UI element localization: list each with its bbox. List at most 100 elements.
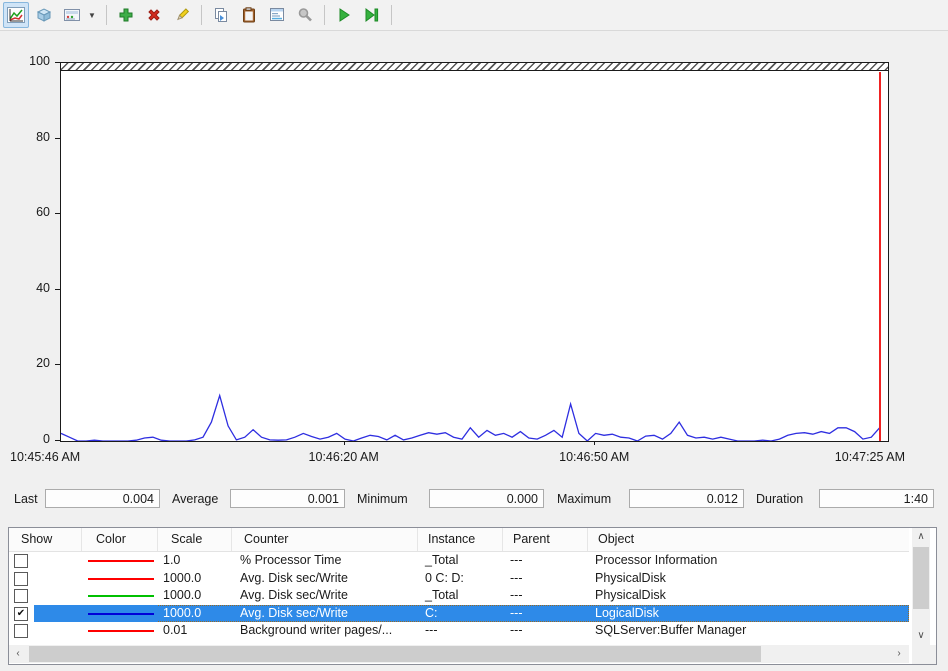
instance-cell: C: bbox=[418, 604, 503, 622]
counter-color-swatch bbox=[88, 612, 154, 615]
duration-label: Duration bbox=[756, 492, 804, 506]
horizontal-scroll-thumb[interactable] bbox=[29, 646, 761, 662]
delete-counter-button[interactable] bbox=[141, 2, 167, 28]
show-cell: ✔ bbox=[9, 604, 34, 622]
parent-cell: --- bbox=[510, 570, 523, 585]
add-counter-button[interactable] bbox=[113, 2, 139, 28]
show-checkbox[interactable] bbox=[14, 624, 28, 638]
chart-series-svg bbox=[61, 393, 881, 441]
update-data-button[interactable] bbox=[359, 2, 385, 28]
performance-monitor-window: ▼ 0 20 40 60 80 100 10:45:46 AM 10:46:20… bbox=[0, 0, 948, 671]
scale-cell: 0.01 bbox=[163, 623, 188, 637]
y-axis-tick-label: 20 bbox=[36, 356, 50, 371]
view-report-button[interactable] bbox=[59, 2, 85, 28]
zoom-button[interactable] bbox=[292, 2, 318, 28]
counter-cell: Avg. Disk sec/Write bbox=[240, 570, 348, 585]
current-time-marker bbox=[879, 72, 881, 441]
show-checkbox[interactable]: ✔ bbox=[14, 606, 28, 621]
line-chart-icon bbox=[7, 7, 25, 23]
paste-counter-list-button[interactable] bbox=[236, 2, 262, 28]
header-scale[interactable]: Scale bbox=[158, 528, 232, 551]
header-parent[interactable]: Parent bbox=[503, 528, 588, 551]
average-value: 0.001 bbox=[230, 489, 345, 508]
maximum-value: 0.012 bbox=[629, 489, 744, 508]
freeze-display-button[interactable] bbox=[331, 2, 357, 28]
cube-icon bbox=[36, 8, 52, 22]
instance-cell: _Total bbox=[425, 553, 459, 567]
scroll-up-arrow[interactable]: ∧ bbox=[912, 528, 930, 545]
y-axis-tick bbox=[55, 288, 60, 290]
y-axis-tick bbox=[55, 440, 60, 441]
scroll-down-arrow[interactable]: ∨ bbox=[912, 627, 930, 644]
chart-plot-area bbox=[60, 62, 889, 442]
x-axis-tick bbox=[594, 441, 596, 445]
minimum-value: 0.000 bbox=[429, 489, 544, 508]
show-cell bbox=[9, 587, 34, 605]
color-cell bbox=[34, 604, 158, 622]
scroll-left-arrow[interactable]: ‹ bbox=[9, 645, 27, 663]
show-cell bbox=[9, 569, 34, 587]
change-graph-type-dropdown[interactable]: ▼ bbox=[86, 11, 98, 20]
copy-properties-button[interactable] bbox=[208, 2, 234, 28]
counter-table-header: Show Color Scale Counter Instance Parent… bbox=[9, 528, 909, 552]
color-cell bbox=[34, 587, 158, 605]
color-cell bbox=[34, 552, 158, 570]
counter-row[interactable]: 0.01 Background writer pages/... --- --- SQL… bbox=[9, 622, 909, 640]
counter-cell: Background writer pages/... bbox=[240, 623, 393, 637]
color-cell bbox=[34, 622, 158, 640]
vertical-scroll-thumb[interactable] bbox=[913, 547, 929, 609]
toolbar-separator bbox=[106, 5, 107, 25]
horizontal-scrollbar[interactable]: ‹ › bbox=[9, 645, 909, 663]
vertical-scrollbar[interactable]: ∧ ∨ bbox=[912, 528, 930, 645]
show-cell bbox=[9, 622, 34, 640]
header-color[interactable]: Color bbox=[82, 528, 158, 551]
counter-row[interactable]: ✔ 1000.0 Avg. Disk sec/Write C: --- LogicalDi… bbox=[9, 604, 909, 622]
show-checkbox[interactable] bbox=[14, 571, 28, 586]
counter-cell: Avg. Disk sec/Write bbox=[232, 604, 418, 622]
scrollbar-corner bbox=[912, 645, 936, 664]
scale-cell: 1000.0 bbox=[163, 570, 202, 585]
view-histogram-button[interactable] bbox=[31, 2, 57, 28]
y-axis-tick-label: 40 bbox=[36, 280, 50, 295]
play-to-end-icon bbox=[365, 8, 379, 22]
properties-dialog-icon bbox=[270, 8, 284, 21]
x-axis-time-label: 10:46:20 AM bbox=[308, 450, 379, 464]
scroll-right-arrow[interactable]: › bbox=[890, 645, 908, 663]
y-axis-tick bbox=[55, 62, 60, 63]
highlight-button[interactable] bbox=[169, 2, 195, 28]
header-object[interactable]: Object bbox=[588, 528, 909, 551]
toolbar: ▼ bbox=[0, 0, 948, 31]
counter-color-swatch bbox=[88, 630, 154, 632]
report-icon bbox=[64, 9, 80, 21]
show-checkbox[interactable] bbox=[14, 554, 28, 568]
counter-row[interactable]: 1000.0 Avg. Disk sec/Write 0 C: D: --- Physi… bbox=[9, 569, 909, 587]
magnifier-icon bbox=[298, 8, 312, 22]
counter-table: Show Color Scale Counter Instance Parent… bbox=[8, 527, 937, 665]
object-cell: PhysicalDisk bbox=[595, 570, 666, 585]
view-graph-button[interactable] bbox=[3, 2, 29, 28]
header-counter[interactable]: Counter bbox=[232, 528, 418, 551]
x-axis-time-label: 10:45:46 AM bbox=[10, 450, 81, 464]
last-value: 0.004 bbox=[45, 489, 160, 508]
minimum-label: Minimum bbox=[357, 492, 408, 506]
x-axis-time-label: 10:46:50 AM bbox=[559, 450, 630, 464]
counter-cell: Avg. Disk sec/Write bbox=[240, 588, 348, 602]
object-cell: SQLServer:Buffer Manager bbox=[595, 623, 747, 637]
y-axis-tick-label: 100 bbox=[29, 54, 50, 68]
header-instance[interactable]: Instance bbox=[418, 528, 503, 551]
plus-icon bbox=[119, 8, 133, 22]
properties-button[interactable] bbox=[264, 2, 290, 28]
scale-cell: 1000.0 bbox=[158, 604, 232, 622]
duration-value: 1:40 bbox=[819, 489, 934, 508]
header-show[interactable]: Show bbox=[9, 528, 82, 551]
instance-cell: _Total bbox=[425, 588, 459, 602]
counter-row[interactable]: 1000.0 Avg. Disk sec/Write _Total --- Physic… bbox=[9, 587, 909, 605]
y-axis-tick-label: 0 bbox=[43, 432, 50, 446]
average-label: Average bbox=[172, 492, 219, 506]
counter-row[interactable]: 1.0 % Processor Time _Total --- Processor In… bbox=[9, 552, 909, 570]
show-cell bbox=[9, 552, 34, 570]
counter-color-swatch bbox=[88, 595, 154, 597]
y-axis-tick bbox=[55, 213, 60, 215]
play-icon bbox=[339, 8, 350, 22]
show-checkbox[interactable] bbox=[14, 589, 28, 603]
